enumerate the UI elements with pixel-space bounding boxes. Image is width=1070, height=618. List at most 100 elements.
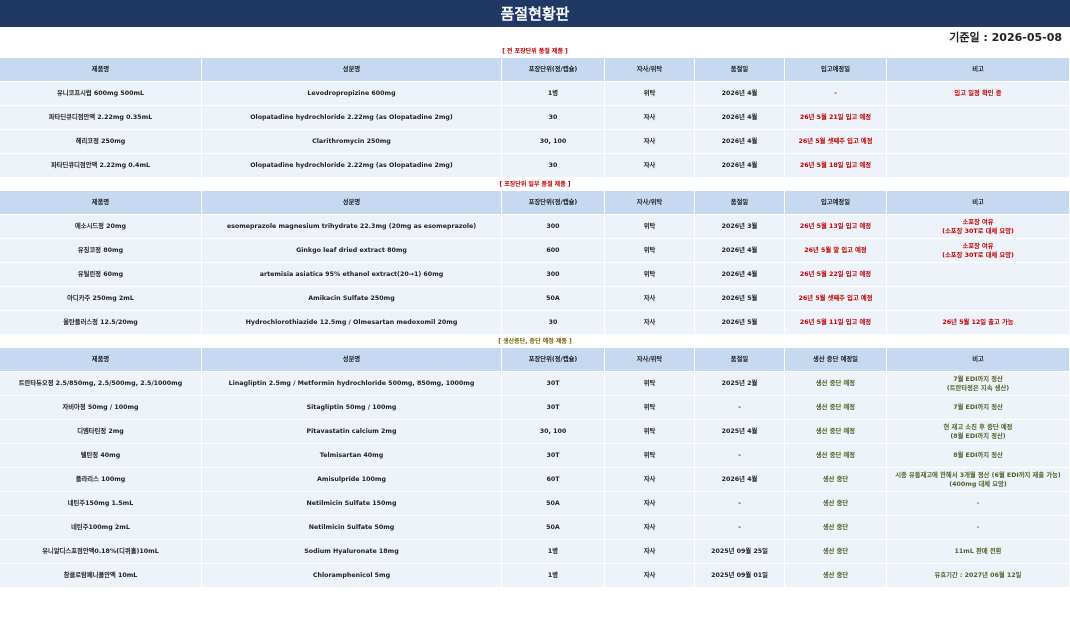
table-header-row: 제품명 성분명 포장단위(정/캡슐) 자사/위탁 품절일 생산 중단 예정일 비고 <box>0 348 1070 372</box>
table-cell: 유니코프시럽 600mg 500mL <box>0 82 202 106</box>
table-cell: - <box>695 444 785 468</box>
table-cell: 자사 <box>605 468 695 492</box>
table-cell: 생산 중단 <box>785 564 887 588</box>
table-cell: 2026년 4월 <box>695 263 785 287</box>
table-cell: 30 <box>502 106 605 130</box>
table-cell: 2025년 09월 01일 <box>695 564 785 588</box>
table-cell: 자사 <box>605 311 695 335</box>
table-cell: - <box>695 396 785 420</box>
table-cell: 파타딘큐디점안액 2.22mg 0.4mL <box>0 154 202 178</box>
column-header: 자사/위탁 <box>605 58 695 82</box>
column-header: 성분명 <box>202 191 502 215</box>
table-cell: 300 <box>502 263 605 287</box>
table-cell: 2026년 4월 <box>695 239 785 263</box>
table-cell: 네틴주100mg 2mL <box>0 516 202 540</box>
table-cell: 텔탄정 40mg <box>0 444 202 468</box>
table-cell: 입고 일정 확인 중 <box>887 82 1070 106</box>
column-header: 포장단위(정/캡슐) <box>502 348 605 372</box>
table-cell: 생산 중단 예정 <box>785 396 887 420</box>
table-cell: 2026년 4월 <box>695 130 785 154</box>
table-row: 아디카주 250mg 2mL Amikacin Sulfate 250mg 50A 자… <box>0 287 1070 311</box>
table-cell: 위탁 <box>605 263 695 287</box>
table-cell: - <box>695 492 785 516</box>
column-header: 포장단위(정/캡슐) <box>502 191 605 215</box>
table-row: 유틸린정 60mg artemisia asiatica 95% ethanol … <box>0 263 1070 287</box>
column-header: 성분명 <box>202 58 502 82</box>
table-row: 텔탄정 40mg Telmisartan 40mg 30T 위탁 - 생산 중단 예정 8월… <box>0 444 1070 468</box>
table-cell: 30 <box>502 154 605 178</box>
table-cell: 시중 유통재고에 한해서 3개월 정산 (6월 EDI까지 제출 가능) (40… <box>887 468 1070 492</box>
table-cell: 자사 <box>605 154 695 178</box>
table-cell: 소포장 여유 (소포장 30T로 대체 요망) <box>887 215 1070 239</box>
table-cell: 26년 5월 21일 입고 예정 <box>785 106 887 130</box>
column-header: 입고예정일 <box>785 191 887 215</box>
table-row: 유니알디스포점안액0.18%(디퀴홀)10mL Sodium Hyaluronat… <box>0 540 1070 564</box>
table-cell: 위탁 <box>605 420 695 444</box>
column-header: 품절일 <box>695 191 785 215</box>
table-row: 자비아정 50mg / 100mg Sitagliptin 50mg / 100m… <box>0 396 1070 420</box>
table-cell: 디엠타틴정 2mg <box>0 420 202 444</box>
column-header: 제품명 <box>0 348 202 372</box>
table-header-row: 제품명 성분명 포장단위(정/캡슐) 자사/위탁 품절일 입고예정일 비고 <box>0 58 1070 82</box>
sections-container: [ 전 포장단위 품절 제품 ] 제품명 성분명 포장단위(정/캡슐) 자사/위탁 품절일… <box>0 45 1070 588</box>
table-cell <box>887 287 1070 311</box>
table-cell: 소포장 여유 (소포장 30T로 대체 요망) <box>887 239 1070 263</box>
table-cell: 50A <box>502 492 605 516</box>
table-cell: Hydrochlorothiazide 12.5mg / Olmesartan … <box>202 311 502 335</box>
table-cell: 26년 5월 22일 입고 예정 <box>785 263 887 287</box>
table-cell: 위탁 <box>605 396 695 420</box>
table-cell: Linagliptin 2.5mg / Metformin hydrochlor… <box>202 372 502 396</box>
table-cell: Clarithromycin 250mg <box>202 130 502 154</box>
table-cell: 유징코정 80mg <box>0 239 202 263</box>
table-cell: 트란타듀오정 2.5/850mg, 2.5/500mg, 2.5/1000mg <box>0 372 202 396</box>
table-cell: 생산 중단 예정 <box>785 420 887 444</box>
column-header: 생산 중단 예정일 <box>785 348 887 372</box>
table-cell: 26년 5월 말 입고 예정 <box>785 239 887 263</box>
shortage-table: 제품명 성분명 포장단위(정/캡슐) 자사/위탁 품절일 생산 중단 예정일 비고 트란타듀오… <box>0 348 1070 588</box>
table-cell: Amisulpride 100mg <box>202 468 502 492</box>
table-cell: - <box>887 516 1070 540</box>
shortage-table: 제품명 성분명 포장단위(정/캡슐) 자사/위탁 품절일 입고예정일 비고 에소시드정 20m… <box>0 191 1070 335</box>
table-cell: 2026년 4월 <box>695 82 785 106</box>
table-cell: 위탁 <box>605 215 695 239</box>
column-header: 성분명 <box>202 348 502 372</box>
table-cell: 파타딘큐디점안액 2.22mg 0.35mL <box>0 106 202 130</box>
page-title: 품절현황판 <box>0 0 1070 27</box>
shortage-table: 제품명 성분명 포장단위(정/캡슐) 자사/위탁 품절일 입고예정일 비고 유니코프시럽 60… <box>0 58 1070 178</box>
table-cell: 자사 <box>605 564 695 588</box>
table-row: 파타딘큐디점안액 2.22mg 0.35mL Olopatadine hydroc… <box>0 106 1070 130</box>
table-row: 디엠타틴정 2mg Pitavastatin calcium 2mg 30, 100… <box>0 420 1070 444</box>
table-cell: 생산 중단 예정 <box>785 444 887 468</box>
table-cell: 8월 EDI까지 정산 <box>887 444 1070 468</box>
table-cell: 2026년 5월 <box>695 311 785 335</box>
table-cell: Pitavastatin calcium 2mg <box>202 420 502 444</box>
table-cell: 자비아정 50mg / 100mg <box>0 396 202 420</box>
table-cell: - <box>695 516 785 540</box>
column-header: 자사/위탁 <box>605 348 695 372</box>
table-row: 헤리코정 250mg Clarithromycin 250mg 30, 100 자사 2… <box>0 130 1070 154</box>
table-cell: 600 <box>502 239 605 263</box>
table-row: 에소시드정 20mg esomeprazole magnesium trihydr… <box>0 215 1070 239</box>
column-header: 입고예정일 <box>785 58 887 82</box>
table-cell: 11mL 판매 전환 <box>887 540 1070 564</box>
table-cell: Levodropropizine 600mg <box>202 82 502 106</box>
table-cell: 30 <box>502 311 605 335</box>
table-cell: 자사 <box>605 516 695 540</box>
section-label: [ 전 포장단위 품절 제품 ] <box>502 48 568 55</box>
column-header: 제품명 <box>0 191 202 215</box>
table-cell: 생산 중단 <box>785 516 887 540</box>
table-cell: 자사 <box>605 492 695 516</box>
table-header-row: 제품명 성분명 포장단위(정/캡슐) 자사/위탁 품절일 입고예정일 비고 <box>0 191 1070 215</box>
table-cell: 2025년 09월 25일 <box>695 540 785 564</box>
table-cell: 자사 <box>605 540 695 564</box>
table-cell <box>887 263 1070 287</box>
section-label: [ 포장단위 일부 품절 제품 ] <box>499 181 571 188</box>
table-cell: Olopatadine hydrochloride 2.22mg (as Olo… <box>202 154 502 178</box>
table-cell: 26년 5월 12일 출고 가능 <box>887 311 1070 335</box>
table-cell: 2025년 4월 <box>695 420 785 444</box>
table-cell: 26년 5월 셋째주 입고 예정 <box>785 130 887 154</box>
table-cell: 유효기간 : 2027년 06월 12일 <box>887 564 1070 588</box>
table-cell: 2026년 3월 <box>695 215 785 239</box>
reference-date: 기준일 : 2026-05-08 <box>949 31 1062 44</box>
table-cell: 2026년 4월 <box>695 468 785 492</box>
